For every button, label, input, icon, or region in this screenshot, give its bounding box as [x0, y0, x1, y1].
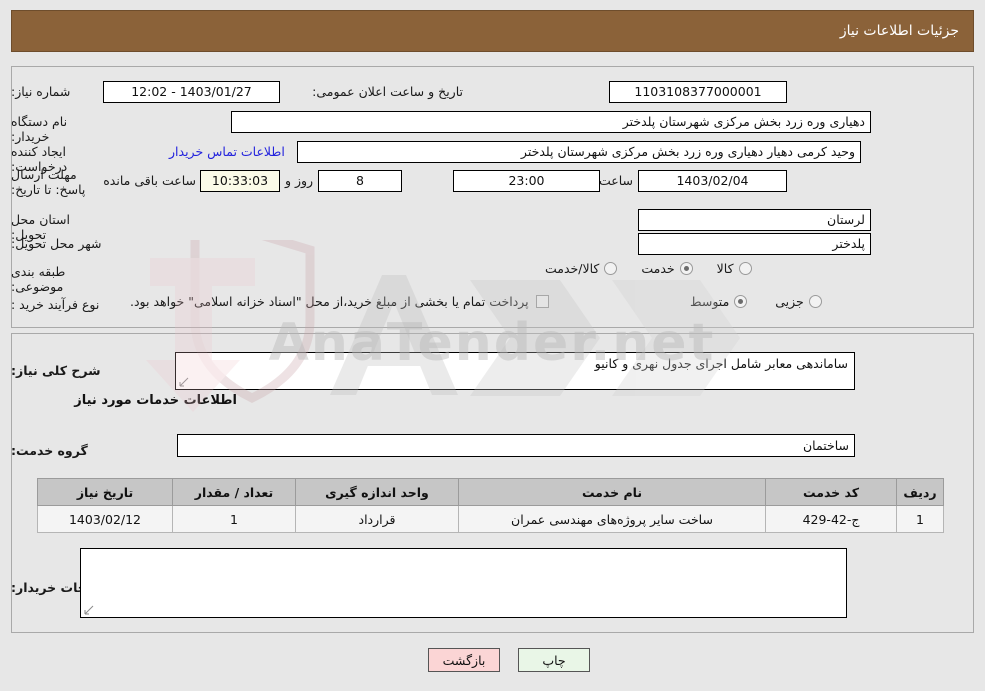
delivery-city-value: پلدختر — [638, 233, 871, 255]
table-cell-unit: قرارداد — [295, 505, 459, 533]
hours-remaining-label: ساعت باقی مانده — [103, 173, 196, 188]
table-column-header-1: کد خدمت — [765, 478, 897, 506]
process-radio-0[interactable] — [808, 295, 822, 308]
process-option-0[interactable]: جزیی — [775, 294, 822, 309]
service-group-label: گروه خدمت: — [11, 443, 88, 458]
table-cell-date: 1403/02/12 — [37, 505, 173, 533]
treasury-checkbox-label: پرداخت تمام یا بخشی از مبلغ خرید،از محل … — [130, 294, 529, 309]
announcement-datetime-value: 1403/01/27 - 12:02 — [103, 81, 280, 103]
category-radio-1[interactable] — [679, 262, 693, 275]
category-radio-group[interactable]: کالا خدمت کالا/خدمت — [545, 261, 752, 276]
category-radio-2[interactable] — [604, 262, 618, 275]
process-type-radio-group[interactable]: جزیی متوسط — [690, 294, 822, 309]
treasury-checkbox[interactable] — [535, 295, 549, 308]
treasury-checkbox-row[interactable]: پرداخت تمام یا بخشی از مبلغ خرید،از محل … — [130, 294, 549, 309]
table-column-header-2: نام خدمت — [458, 478, 766, 506]
resize-grip-icon-2 — [84, 605, 94, 615]
table-column-header-4: تعداد / مقدار — [172, 478, 296, 506]
category-option-0[interactable]: کالا — [717, 261, 752, 276]
table-cell-quantity: 1 — [172, 505, 296, 533]
category-radio-0[interactable] — [738, 262, 752, 275]
category-radio-label-1: خدمت — [641, 261, 675, 276]
page-title-bar: جزئیات اطلاعات نیاز — [11, 10, 974, 52]
print-button[interactable]: چاپ — [518, 648, 590, 672]
resize-grip-icon — [179, 377, 189, 387]
need-summary-panel — [11, 66, 974, 328]
table-body: 1 ج-42-429 ساخت سایر پروژه‌های مهندسی عمرا… — [37, 505, 944, 533]
services-table: ردیف کد خدمت نام خدمت واحد اندازه گیری تعداد… — [37, 478, 944, 533]
table-column-header-5: تاریخ نیاز — [37, 478, 173, 506]
table-column-header-3: واحد اندازه گیری — [295, 478, 459, 506]
back-button[interactable]: بازگشت — [428, 648, 500, 672]
deadline-time-value: 23:00 — [453, 170, 600, 192]
table-cell-code: ج-42-429 — [765, 505, 897, 533]
category-option-2[interactable]: کالا/خدمت — [545, 261, 618, 276]
category-label: طبقه بندی موضوعی: — [11, 264, 66, 294]
deadline-label-text: مهلت ارسال پاسخ: تا تاریخ: — [11, 167, 86, 197]
need-number-label: شماره نیاز: — [11, 84, 71, 99]
delivery-province-value: لرستان — [638, 209, 871, 231]
deadline-date-value: 1403/02/04 — [638, 170, 787, 192]
process-radio-label-0: جزیی — [775, 294, 804, 309]
buyer-organisation-label: نام دستگاه خریدار: — [11, 114, 68, 144]
requester-value: وحید کرمی دهیار دهیاری وره زرد بخش مرکزی… — [297, 141, 861, 163]
category-radio-label-0: کالا — [716, 261, 734, 276]
table-row: 1 ج-42-429 ساخت سایر پروژه‌های مهندسی عمرا… — [37, 505, 944, 533]
buyer-contact-link[interactable]: اطلاعات تماس خریدار — [169, 144, 285, 159]
table-cell-name: ساخت سایر پروژه‌های مهندسی عمران — [458, 505, 766, 533]
general-description-label: شرح کلی نیاز: — [11, 363, 101, 378]
deadline-hour-label: ساعت — [598, 173, 633, 188]
days-remaining-value: 8 — [318, 170, 402, 192]
process-radio-1[interactable] — [734, 295, 748, 308]
buyer-notes-value[interactable] — [80, 548, 847, 618]
deadline-label: مهلت ارسال پاسخ: تا تاریخ: — [11, 167, 89, 197]
services-section-title: اطلاعات خدمات مورد نیاز — [74, 393, 237, 408]
days-and-label: روز و — [284, 173, 314, 188]
category-radio-label-2: کالا/خدمت — [545, 261, 600, 276]
page-title: جزئیات اطلاعات نیاز — [839, 23, 959, 39]
category-option-1[interactable]: خدمت — [641, 261, 693, 276]
need-number-value: 1103108377000001 — [609, 81, 787, 103]
process-type-label: نوع فرآیند خرید : — [11, 297, 100, 312]
announcement-datetime-label: تاریخ و ساعت اعلان عمومی: — [312, 84, 463, 99]
table-cell-index: 1 — [896, 505, 944, 533]
general-description-text: ساماندهی معابر شامل اجرای جدول نهری و کا… — [594, 356, 848, 371]
table-column-header-0: ردیف — [896, 478, 944, 506]
general-description-value: ساماندهی معابر شامل اجرای جدول نهری و کا… — [175, 352, 855, 390]
delivery-city-label: شهر محل تحویل: — [11, 236, 102, 251]
page-root: AnaTender.net جزئیات اطلاعات نیاز شماره … — [0, 0, 985, 691]
process-option-1[interactable]: متوسط — [690, 294, 748, 309]
countdown-timer: 10:33:03 — [200, 170, 280, 192]
buyer-organisation-value: دهیاری وره زرد بخش مرکزی شهرستان پلدختر — [231, 111, 871, 133]
service-group-value: ساختمان — [177, 434, 855, 457]
process-radio-label-1: متوسط — [690, 294, 730, 309]
table-header-row: ردیف کد خدمت نام خدمت واحد اندازه گیری تعداد… — [37, 478, 944, 506]
